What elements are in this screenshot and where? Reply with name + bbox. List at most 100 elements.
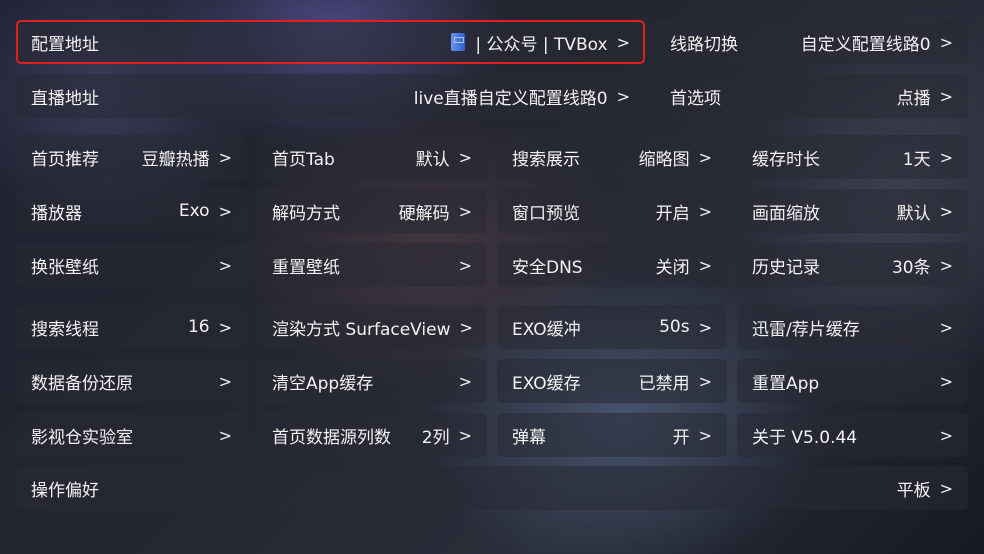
setting-value: 豆瓣热播 bbox=[141, 149, 210, 170]
setting-item[interactable]: 搜索展示 缩略图 > bbox=[497, 135, 727, 179]
setting-item[interactable]: 播放器 Exo > bbox=[16, 189, 247, 233]
setting-item[interactable]: 窗口预览 开启 > bbox=[497, 189, 727, 233]
chevron-right-icon: > bbox=[458, 147, 472, 167]
setting-value: 50s bbox=[659, 317, 690, 337]
chevron-right-icon: > bbox=[458, 201, 472, 221]
setting-item[interactable]: EXO缓冲 50s > bbox=[497, 305, 727, 349]
setting-value: 关闭 bbox=[655, 257, 690, 278]
setting-label: 影视仓实验室 bbox=[31, 427, 133, 448]
setting-value-group: 自定义配置线路0 > bbox=[801, 30, 953, 55]
chevron-right-icon: > bbox=[698, 425, 712, 445]
chevron-right-icon: > bbox=[218, 147, 232, 167]
setting-value-group: > bbox=[450, 372, 472, 391]
setting-item[interactable]: 首页数据源列数 2列 > bbox=[257, 413, 487, 457]
chevron-right-icon: > bbox=[698, 255, 712, 275]
setting-value-group: > bbox=[931, 372, 953, 391]
chevron-right-icon: > bbox=[218, 255, 232, 275]
setting-value-group: > bbox=[210, 372, 232, 391]
setting-label: 重置壁纸 bbox=[272, 257, 340, 278]
setting-item[interactable]: 重置App > bbox=[737, 359, 968, 403]
chevron-right-icon: > bbox=[698, 371, 712, 391]
chevron-right-icon: > bbox=[939, 317, 953, 337]
chevron-right-icon: > bbox=[458, 371, 472, 391]
setting-value-group: 开 > bbox=[673, 423, 712, 448]
setting-label: 数据备份还原 bbox=[31, 373, 133, 394]
setting-item[interactable]: 渲染方式 SurfaceView > bbox=[257, 305, 487, 349]
setting-value: 默认 bbox=[415, 149, 450, 170]
setting-label: 首选项 bbox=[670, 88, 721, 109]
setting-value: 30条 bbox=[891, 257, 931, 278]
setting-item[interactable]: 迅雷/荐片缓存 > bbox=[737, 305, 968, 349]
setting-label: EXO缓存 bbox=[512, 373, 581, 394]
chevron-right-icon: > bbox=[458, 255, 472, 275]
setting-label: 渲染方式 SurfaceView bbox=[272, 319, 451, 340]
chevron-right-icon: > bbox=[939, 147, 953, 167]
setting-value-group: 点播 > bbox=[897, 84, 953, 109]
setting-label: 重置App bbox=[752, 373, 820, 394]
setting-item[interactable]: 缓存时长 1天 > bbox=[737, 135, 968, 179]
setting-item[interactable]: 画面缩放 默认 > bbox=[737, 189, 968, 233]
setting-item[interactable]: 线路切换 自定义配置线路0 > bbox=[655, 20, 968, 64]
chevron-right-icon: > bbox=[939, 86, 953, 106]
setting-item[interactable]: 重置壁纸 > bbox=[257, 243, 487, 287]
setting-label: 缓存时长 bbox=[752, 149, 820, 170]
setting-value-group: 16 > bbox=[188, 317, 232, 337]
chevron-right-icon: > bbox=[698, 201, 712, 221]
chevron-right-icon: > bbox=[218, 201, 232, 221]
chevron-right-icon: > bbox=[698, 317, 712, 337]
chevron-right-icon: > bbox=[939, 255, 953, 275]
setting-item[interactable]: EXO缓存 已禁用 > bbox=[497, 359, 727, 403]
setting-label: 换张壁纸 bbox=[31, 257, 99, 278]
setting-item[interactable]: 数据备份还原 > bbox=[16, 359, 247, 403]
chevron-right-icon: > bbox=[698, 147, 712, 167]
setting-value: 硬解码 bbox=[398, 203, 450, 224]
setting-value-group: 默认 > bbox=[897, 199, 953, 224]
setting-item[interactable]: 影视仓实验室 > bbox=[16, 413, 247, 457]
setting-value-group: Exo > bbox=[179, 201, 232, 221]
setting-item[interactable]: 历史记录 30条 > bbox=[737, 243, 968, 287]
setting-label: 操作偏好 bbox=[31, 480, 99, 501]
setting-item[interactable]: 搜索线程 16 > bbox=[16, 305, 247, 349]
chevron-right-icon: > bbox=[218, 371, 232, 391]
chevron-right-icon: > bbox=[218, 317, 232, 337]
setting-item[interactable]: 首选项 点播 > bbox=[655, 74, 968, 118]
setting-label: 直播地址 bbox=[31, 88, 99, 109]
chevron-right-icon: > bbox=[218, 425, 232, 445]
setting-value: 点播 bbox=[896, 88, 931, 109]
setting-value-group: 50s > bbox=[659, 317, 712, 337]
setting-value: 开启 bbox=[655, 203, 690, 224]
setting-item[interactable]: 换张壁纸 > bbox=[16, 243, 247, 287]
chevron-right-icon: > bbox=[459, 317, 473, 337]
setting-value-group: 硬解码 > bbox=[399, 199, 472, 224]
setting-item[interactable]: 配置地址 | 公众号 | TVBox > bbox=[16, 20, 645, 64]
setting-value: 自定义配置线路0 bbox=[800, 34, 931, 55]
setting-item[interactable]: 弹幕开 > bbox=[497, 413, 727, 457]
setting-item[interactable]: 首页推荐 豆瓣热播 > bbox=[16, 135, 247, 179]
setting-value-group: > bbox=[931, 426, 953, 445]
chevron-right-icon: > bbox=[939, 478, 953, 498]
setting-item[interactable]: 清空App缓存 > bbox=[257, 359, 487, 403]
setting-label: 画面缩放 bbox=[752, 203, 820, 224]
setting-value-group: 默认 > bbox=[416, 145, 472, 170]
setting-value-group: 缩略图 > bbox=[639, 145, 712, 170]
setting-value: Exo bbox=[178, 201, 210, 221]
setting-item[interactable]: 关于 V5.0.44 > bbox=[737, 413, 968, 457]
chevron-right-icon: > bbox=[616, 32, 630, 52]
setting-label: 线路切换 bbox=[670, 34, 738, 55]
setting-label: 首页数据源列数 bbox=[272, 427, 391, 448]
setting-value-group: > bbox=[450, 256, 472, 275]
setting-item[interactable]: 安全DNS 关闭 > bbox=[497, 243, 727, 287]
setting-item[interactable]: 直播地址 live直播自定义配置线路0 > bbox=[16, 74, 645, 118]
setting-value-group: 关闭 > bbox=[656, 253, 712, 278]
setting-item[interactable]: 操作偏好 平板 > bbox=[16, 466, 968, 510]
setting-label: EXO缓冲 bbox=[512, 319, 581, 340]
setting-value-group: > bbox=[210, 426, 232, 445]
setting-label: 历史记录 bbox=[752, 257, 820, 278]
setting-value-group: 平板 > bbox=[897, 476, 953, 501]
setting-item[interactable]: 首页Tab 默认 > bbox=[257, 135, 487, 179]
setting-item[interactable]: 解码方式 硬解码 > bbox=[257, 189, 487, 233]
setting-value: 默认 bbox=[896, 203, 931, 224]
setting-value-group: 豆瓣热播 > bbox=[142, 145, 232, 170]
setting-label: 清空App缓存 bbox=[272, 373, 374, 394]
setting-value: 1天 bbox=[902, 149, 931, 170]
